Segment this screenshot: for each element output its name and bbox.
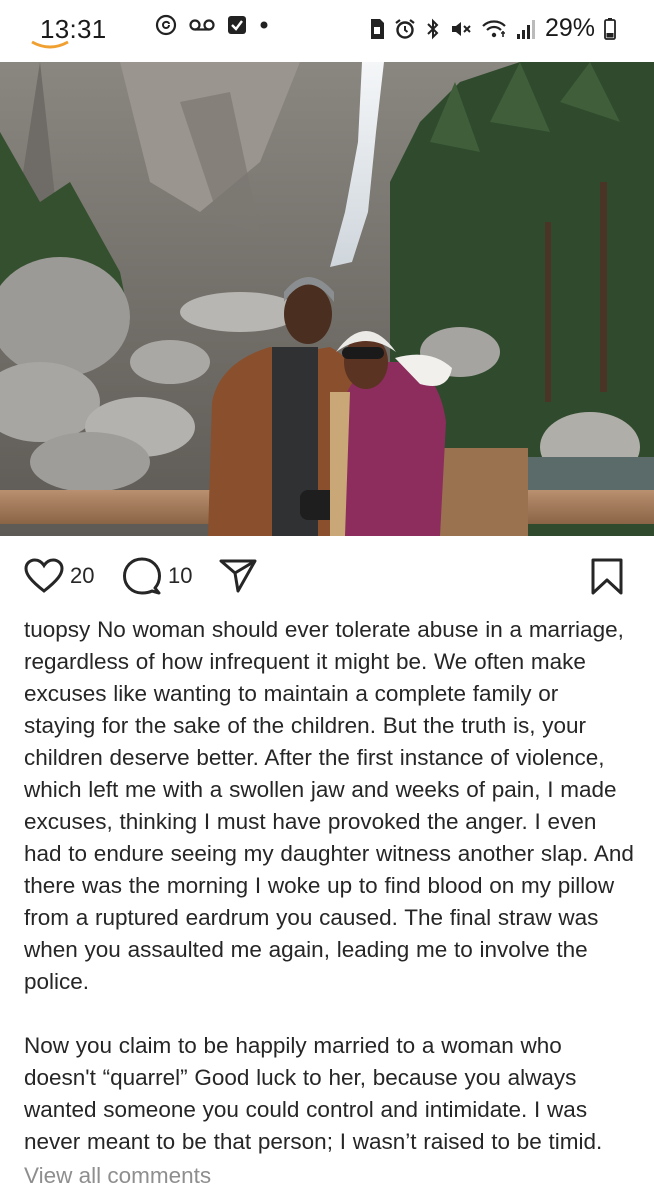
signal-icon	[516, 18, 536, 40]
battery-percent: 29%	[544, 14, 595, 42]
send-icon	[218, 558, 258, 594]
status-bar: 13:31 29%	[0, 0, 654, 58]
checkbox-icon	[227, 15, 247, 35]
status-right-icons: 29%	[369, 14, 616, 43]
mute-icon	[450, 18, 472, 40]
voicemail-icon	[189, 18, 215, 32]
caption-text-2: Now you claim to be happily married to a…	[24, 1033, 603, 1154]
post-photo-illustration	[0, 62, 654, 536]
battery-icon	[604, 17, 616, 40]
save-button[interactable]	[590, 558, 624, 596]
caption-username[interactable]: tuopsy	[24, 617, 90, 642]
alarm-icon	[394, 18, 416, 40]
dot-icon	[259, 20, 269, 30]
status-left-icons	[155, 14, 269, 36]
comment-bubble-icon	[122, 557, 162, 595]
post-actions: 20 10	[0, 548, 654, 608]
story-ring-fragment	[31, 40, 69, 49]
sim-icon	[369, 18, 385, 40]
post-caption: tuopsy No woman should ever tolerate abu…	[24, 614, 636, 1158]
caption-paragraph: Now you claim to be happily married to a…	[24, 1030, 636, 1158]
caption-paragraph: tuopsy No woman should ever tolerate abu…	[24, 614, 636, 998]
bookmark-icon	[590, 558, 624, 596]
share-button[interactable]	[218, 558, 258, 594]
view-all-comments-link[interactable]: View all comments	[24, 1163, 211, 1189]
heart-icon	[24, 558, 64, 594]
comments-count: 10	[168, 563, 193, 588]
wifi-icon	[481, 18, 507, 40]
bluetooth-icon	[425, 18, 441, 40]
threads-icon	[155, 14, 177, 36]
comment-button[interactable]: 10	[122, 557, 192, 595]
post-photo[interactable]	[0, 62, 654, 536]
likes-count: 20	[70, 563, 95, 588]
caption-text-1: No woman should ever tolerate abuse in a…	[24, 617, 634, 994]
like-button[interactable]: 20	[24, 558, 94, 594]
